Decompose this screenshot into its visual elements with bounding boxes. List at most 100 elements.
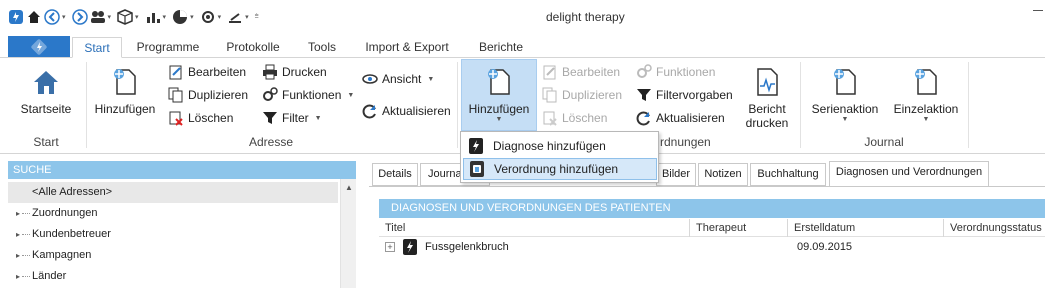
tab-notizen[interactable]: Notizen [698, 163, 748, 186]
ansicht-label: Ansicht [382, 72, 422, 86]
column-header-erstelldatum[interactable]: Erstelldatum [787, 219, 943, 237]
zuordnungen-hinzufuegen-button[interactable]: Hinzufügen ▼ [461, 59, 537, 131]
bericht-drucken-button[interactable]: Bericht drucken [738, 66, 796, 130]
app-icon[interactable] [8, 9, 24, 25]
diagnosis-icon [467, 137, 485, 155]
ansicht-button[interactable]: Ansicht ▼ [362, 69, 434, 89]
tree-connector [22, 213, 30, 214]
expand-arrow-icon[interactable]: ▸ [16, 224, 20, 245]
duplizieren-button[interactable]: Duplizieren [168, 85, 248, 105]
chevron-down-icon: ▼ [841, 116, 849, 123]
tab-programme[interactable]: Programme [128, 37, 208, 58]
hinzufuegen-dropdown-menu: Diagnose hinzufügen Verordnung hinzufüge… [460, 131, 659, 183]
prescription-icon [468, 160, 486, 178]
tab-tools[interactable]: Tools [298, 37, 346, 58]
new-document-icon [829, 66, 861, 98]
filtervorgaben-button[interactable]: Filtervorgaben [636, 85, 733, 105]
column-header-therapeut[interactable]: Therapeut [689, 219, 787, 237]
zuordnung-loeschen-button[interactable]: Löschen [542, 108, 607, 128]
group-label-zuordnungen: rdnungen [660, 135, 711, 149]
tab-bilder[interactable]: Bilder [656, 163, 696, 186]
expand-arrow-icon[interactable]: ▸ [16, 203, 20, 224]
customize-toolbar-icon[interactable]: ⩧ [255, 13, 259, 21]
menu-item-verordnung-hinzufuegen[interactable]: Verordnung hinzufügen [463, 158, 657, 180]
gears-icon [636, 64, 652, 80]
startseite-button[interactable]: Startseite [14, 66, 78, 116]
duplizieren-label: Duplizieren [562, 88, 623, 102]
tab-diagnosen-und-verordnungen[interactable]: Diagnosen und Verordnungen [829, 161, 989, 187]
zuordnung-duplizieren-button[interactable]: Duplizieren [542, 85, 622, 105]
tab-details[interactable]: Details [372, 163, 418, 186]
pie-chart-icon[interactable] [172, 9, 188, 25]
aktualisieren-button[interactable]: Aktualisieren [362, 101, 451, 121]
tab-protokolle[interactable]: Protokolle [216, 37, 290, 58]
column-header-titel[interactable]: Titel [379, 219, 689, 237]
column-header-verordnungsstatus[interactable]: Verordnungsstatus [943, 219, 1045, 237]
bar-chart-icon[interactable] [145, 9, 161, 25]
filter-icon [636, 87, 652, 103]
tree-item-laender[interactable]: ▸ Länder [8, 266, 338, 287]
eye-icon [362, 71, 378, 87]
chevron-down-icon[interactable]: ▾ [218, 13, 222, 21]
chevron-down-icon: ▼ [427, 75, 435, 83]
filter-icon [262, 110, 278, 126]
aktualisieren-label: Aktualisieren [656, 111, 725, 125]
box-icon[interactable] [117, 9, 133, 25]
expand-arrow-icon[interactable]: ▸ [16, 266, 20, 287]
table-row[interactable]: + Fussgelenkbruch 09.09.2015 [379, 237, 1045, 257]
tree-item-label: Kampagnen [32, 249, 92, 261]
filter-button[interactable]: Filter ▼ [262, 108, 322, 128]
tree-item-kampagnen[interactable]: ▸ Kampagnen [8, 245, 338, 266]
serienaktion-button[interactable]: Serienaktion ▼ [806, 66, 884, 123]
chevron-down-icon[interactable]: ▾ [190, 13, 194, 21]
tab-divider [369, 186, 1045, 187]
group-label-start: Start [33, 135, 59, 149]
refresh-icon [636, 110, 652, 126]
chevron-down-icon[interactable]: ▾ [245, 13, 249, 21]
adresse-hinzufuegen-button[interactable]: Hinzufügen [92, 66, 158, 116]
chevron-down-icon[interactable]: ▾ [135, 13, 139, 21]
delete-icon [168, 110, 184, 126]
menu-item-diagnose-hinzufuegen[interactable]: Diagnose hinzufügen [463, 135, 657, 157]
tree-item-zuordnungen[interactable]: ▸ Zuordnungen [8, 203, 338, 224]
forward-arrow-icon[interactable] [71, 9, 88, 25]
tab-berichte[interactable]: Berichte [468, 37, 534, 58]
tree-item-label: Kundenbetreuer [32, 228, 111, 240]
group-separator [457, 62, 458, 148]
file-menu-button[interactable] [8, 36, 70, 57]
drucken-button[interactable]: Drucken [262, 62, 327, 82]
tab-buchhaltung[interactable]: Buchhaltung [750, 163, 826, 186]
hinzufuegen-label: Hinzufügen [94, 102, 156, 116]
edit-icon [168, 64, 184, 80]
loeschen-button[interactable]: Löschen [168, 108, 233, 128]
expand-arrow-icon[interactable]: ▸ [16, 245, 20, 266]
chevron-down-icon[interactable]: ▾ [62, 13, 66, 21]
tab-import-export[interactable]: Import & Export [354, 37, 460, 58]
list-item-alle-adressen[interactable]: <Alle Adressen> [8, 182, 338, 203]
tree-item-kundenbetreuer[interactable]: ▸ Kundenbetreuer [8, 224, 338, 245]
back-arrow-icon[interactable] [44, 9, 60, 25]
aktualisieren-label: Aktualisieren [382, 104, 451, 118]
tab-start[interactable]: Start [72, 37, 122, 58]
window-control[interactable] [1029, 0, 1045, 20]
search-panel-header: SUCHE [8, 161, 356, 179]
quick-access-toolbar: ▾ ▾ ▾ ▾ ▾ ▾ ▾ ⩧ [8, 8, 265, 26]
chevron-down-icon[interactable]: ▾ [108, 13, 112, 21]
zuordnung-aktualisieren-button[interactable]: Aktualisieren [636, 108, 725, 128]
einzelaktion-button[interactable]: Einzelaktion ▼ [888, 66, 964, 123]
home-icon[interactable] [26, 9, 42, 25]
bearbeiten-button[interactable]: Bearbeiten [168, 62, 246, 82]
chevron-down-icon[interactable]: ▾ [163, 13, 167, 21]
expand-plus-icon[interactable]: + [385, 242, 395, 252]
funktionen-button[interactable]: Funktionen ▼ [262, 85, 354, 105]
vertical-scrollbar[interactable]: ▲ [340, 179, 356, 288]
users-icon[interactable] [90, 9, 106, 25]
serienaktion-label: Serienaktion [811, 102, 879, 116]
settings-icon[interactable] [200, 9, 216, 25]
zuordnung-bearbeiten-button[interactable]: Bearbeiten [542, 62, 620, 82]
zuordnung-funktionen-button[interactable]: Funktionen [636, 62, 715, 82]
scroll-up-icon[interactable]: ▲ [345, 183, 353, 192]
chevron-down-icon: ▼ [495, 116, 503, 123]
pen-tool-icon[interactable] [227, 9, 243, 25]
new-document-icon [910, 66, 942, 98]
